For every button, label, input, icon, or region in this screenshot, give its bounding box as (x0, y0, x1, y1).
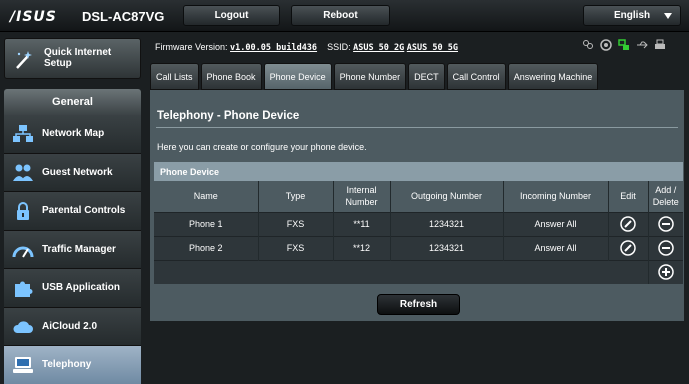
speedometer-icon (12, 246, 34, 258)
sidebar-item-traffic-manager[interactable]: Traffic Manager (4, 230, 141, 269)
cell-internal-number: **12 (332, 235, 390, 260)
status-icons (582, 39, 666, 51)
tab-phone-device[interactable]: Phone Device (263, 63, 332, 90)
reboot-button[interactable]: Reboot (291, 5, 390, 26)
cell-incoming-number: Answer All (502, 235, 608, 260)
sidebar-nav: Network Map Guest Network Parental Contr… (4, 115, 141, 384)
sidebar-item-label: USB Application (42, 282, 120, 294)
table-caption: Phone Device (154, 162, 683, 181)
cloud-icon (13, 320, 33, 333)
tab-phone-number[interactable]: Phone Number (333, 63, 407, 90)
tab-dect[interactable]: DECT (408, 63, 445, 90)
ssid-label: SSID: (327, 42, 351, 52)
delete-icon[interactable] (658, 240, 674, 256)
column-header: Incoming Number (502, 181, 608, 212)
page-title: Telephony - Phone Device (157, 110, 300, 122)
column-header: Name (154, 181, 258, 212)
column-header: Add / Delete (647, 181, 683, 212)
general-section-title: General (4, 89, 141, 115)
tab-call-lists[interactable]: Call Lists (150, 63, 199, 90)
firmware-label: Firmware Version: (155, 42, 228, 52)
phone-device-table: Phone Device Name Type Internal Number O… (154, 162, 683, 284)
usb-icon[interactable] (636, 39, 648, 51)
top-bar: /ISUS DSL-AC87VG Logout Reboot English (0, 0, 689, 32)
table-row: Phone 1 FXS **11 1234321 Answer All (154, 211, 683, 236)
network-map-icon (13, 125, 33, 142)
cell-outgoing-number: 1234321 (389, 235, 503, 260)
quick-internet-setup-label: Quick Internet Setup (44, 47, 112, 69)
sidebar-item-network-map[interactable]: Network Map (4, 115, 141, 154)
cell-add (647, 259, 683, 284)
sidebar-item-parental-controls[interactable]: Parental Controls (4, 192, 141, 231)
ssid-5g-link[interactable]: ASUS_50_5G (407, 43, 458, 53)
firmware-version-link[interactable]: v1.00.05_build436 (230, 43, 317, 53)
refresh-button[interactable]: Refresh (377, 294, 460, 315)
page-description: Here you can create or configure your ph… (157, 142, 367, 152)
sidebar-item-telephony[interactable]: Telephony (4, 346, 141, 384)
sidebar-item-label: Guest Network (42, 166, 113, 178)
asus-logo: /ISUS (10, 9, 57, 25)
lock-icon (17, 202, 29, 220)
language-value: English (614, 10, 651, 21)
cell-type: FXS (257, 211, 333, 236)
sidebar-item-label: Parental Controls (42, 205, 126, 217)
sidebar-item-guest-network[interactable]: Guest Network (4, 153, 141, 192)
cell-name: Phone 2 (154, 235, 258, 260)
firmware-status: Firmware Version: v1.00.05_build436 SSID… (155, 42, 458, 53)
magic-wand-icon (16, 51, 32, 69)
title-divider (156, 127, 678, 128)
sidebar-item-label: Telephony (42, 359, 92, 371)
ssid-2g-link[interactable]: ASUS_50_2G (353, 43, 404, 53)
column-header: Outgoing Number (389, 181, 503, 212)
cell-incoming-number: Answer All (502, 211, 608, 236)
content-panel: Telephony - Phone Device Here you can cr… (150, 90, 684, 321)
tab-answering-machine[interactable]: Answering Machine (507, 63, 599, 90)
quick-internet-setup-button[interactable]: Quick Internet Setup (4, 38, 141, 79)
telephone-icon (13, 357, 33, 373)
column-header: Type (257, 181, 333, 212)
sidebar-item-label: AiCloud 2.0 (42, 320, 98, 332)
users-icon[interactable] (582, 39, 594, 51)
edit-icon[interactable] (620, 216, 636, 232)
cell-outgoing-number: 1234321 (389, 211, 503, 236)
language-select[interactable]: English (583, 5, 681, 26)
tab-bar: Call Lists Phone Book Phone Device Phone… (150, 63, 599, 90)
cell-delete (647, 211, 683, 236)
model-name: DSL-AC87VG (82, 9, 165, 24)
cell-name: Phone 1 (154, 211, 258, 236)
sidebar-item-aicloud[interactable]: AiCloud 2.0 (4, 307, 141, 346)
cell-type: FXS (257, 235, 333, 260)
guest-network-icon (13, 164, 33, 181)
logout-button[interactable]: Logout (183, 5, 280, 26)
table-header-row: Name Type Internal Number Outgoing Numbe… (154, 181, 683, 212)
tab-phone-book[interactable]: Phone Book (200, 63, 262, 90)
sidebar-item-usb-application[interactable]: USB Application (4, 269, 141, 308)
sidebar-item-label: Network Map (42, 128, 105, 140)
delete-icon[interactable] (658, 216, 674, 232)
add-row (154, 259, 683, 284)
cell-delete (647, 235, 683, 260)
sidebar-item-label: Traffic Manager (42, 243, 116, 255)
globe-icon[interactable] (600, 39, 612, 51)
cell-edit (607, 235, 648, 260)
table-row: Phone 2 FXS **12 1234321 Answer All (154, 235, 683, 260)
network-status-icon[interactable] (618, 39, 630, 51)
puzzle-icon (15, 281, 33, 297)
cell-edit (607, 211, 648, 236)
column-header: Internal Number (332, 181, 390, 212)
tab-call-control[interactable]: Call Control (446, 63, 506, 90)
column-header: Edit (607, 181, 648, 212)
edit-icon[interactable] (620, 240, 636, 256)
add-icon[interactable] (658, 264, 674, 280)
printer-icon[interactable] (654, 39, 666, 51)
empty-cell (154, 259, 648, 284)
chevron-down-icon (664, 13, 672, 19)
cell-internal-number: **11 (332, 211, 390, 236)
